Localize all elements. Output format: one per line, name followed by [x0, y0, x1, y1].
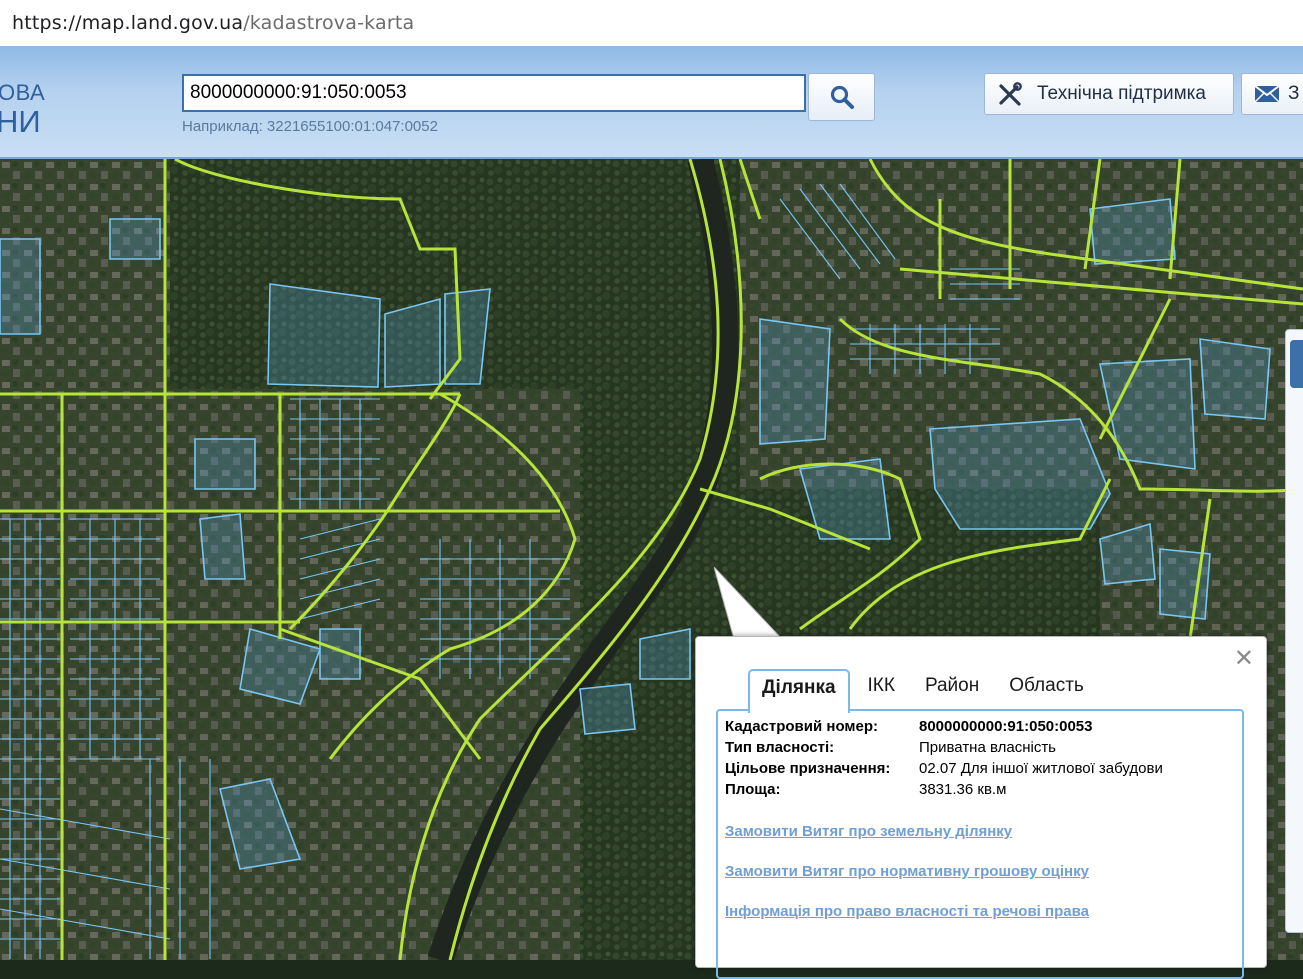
logo-text-bottom: НИ	[0, 104, 41, 139]
side-panel-tab[interactable]	[1290, 340, 1303, 388]
field-value: 3831.36 кв.м	[919, 781, 1007, 798]
field-value: 8000000000:91:050:0053	[919, 718, 1093, 735]
tech-support-label: Технічна підтримка	[1037, 83, 1206, 104]
contact-label: З	[1288, 83, 1300, 104]
search-hint: Наприклад: 3221655100:01:047:0052	[182, 118, 438, 135]
popup-pointer	[714, 567, 784, 640]
field-value: Приватна власність	[919, 739, 1056, 756]
search-icon	[830, 85, 854, 109]
field-value: 02.07 Для іншої житлової забудови	[919, 760, 1163, 777]
parcel-info-popup: ✕ Ділянка ІКК Район Область Кадастровий …	[695, 636, 1267, 979]
ownership-rights-info-link[interactable]: Інформація про право власності та речові…	[725, 903, 1089, 920]
tab-region[interactable]: Область	[997, 669, 1096, 707]
tab-ikk[interactable]: ІКК	[856, 669, 907, 707]
cadastral-search-input[interactable]	[182, 74, 806, 112]
tech-support-button[interactable]: Технічна підтримка	[984, 73, 1234, 115]
mail-icon	[1254, 85, 1280, 103]
map-side-panel[interactable]	[1285, 329, 1303, 933]
url-text: https://map.land.gov.ua/kadastrova-karta	[12, 12, 415, 34]
field-label: Цільове призначення:	[725, 760, 891, 777]
order-parcel-extract-link[interactable]: Замовити Витяг про земельну ділянку	[725, 823, 1012, 840]
tab-district[interactable]: Район	[913, 669, 991, 707]
tools-icon	[999, 82, 1022, 106]
close-icon[interactable]: ✕	[1234, 647, 1254, 671]
browser-address-bar[interactable]: https://map.land.gov.ua/kadastrova-karta	[0, 0, 1303, 47]
search-button[interactable]	[808, 73, 875, 121]
field-label: Кадастровий номер:	[725, 718, 879, 735]
contact-button[interactable]: З	[1241, 73, 1303, 115]
site-header: ОВА НИ Наприклад: 3221655100:01:047:0052…	[0, 46, 1303, 159]
field-label: Тип власності:	[725, 739, 835, 756]
popup-tabs: Ділянка ІКК Район Область	[748, 669, 1102, 713]
order-valuation-extract-link[interactable]: Замовити Витяг про нормативну грошову оц…	[725, 863, 1089, 880]
field-label: Площа:	[725, 781, 781, 798]
parcel-details-panel: Кадастровий номер: 8000000000:91:050:005…	[716, 709, 1244, 979]
logo-text-top: ОВА	[0, 80, 46, 105]
tab-parcel[interactable]: Ділянка	[748, 669, 850, 713]
